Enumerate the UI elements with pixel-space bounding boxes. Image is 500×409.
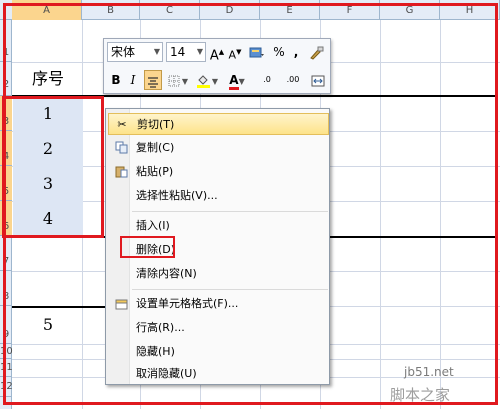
- menu-item-unhide[interactable]: 取消隐藏(U): [108, 363, 329, 385]
- fill-color-icon: [196, 74, 210, 88]
- percent-button[interactable]: %: [272, 42, 286, 62]
- align-center-icon: [148, 76, 158, 88]
- chevron-down-icon: ▼: [181, 77, 189, 86]
- scissors-icon: ✂: [117, 118, 127, 131]
- menu-item-label: 选择性粘贴(V)...: [136, 189, 218, 202]
- font-size-select[interactable]: 14 ▼: [166, 42, 206, 62]
- menu-item-insert[interactable]: 插入(I): [108, 215, 329, 237]
- menu-item-label: 行高(R)...: [136, 321, 185, 334]
- bold-button[interactable]: B: [108, 70, 124, 90]
- annotation-delete-highlight: [120, 236, 175, 258]
- font-color-icon: A: [229, 74, 239, 90]
- accounting-format-button[interactable]: [246, 42, 268, 62]
- menu-item-label: 隐藏(H): [136, 345, 175, 358]
- shrink-font-icon: A: [228, 48, 237, 62]
- chevron-down-icon: ▼: [211, 77, 219, 86]
- annotation-selected-rows: [2, 96, 104, 238]
- merge-center-button[interactable]: [308, 70, 328, 90]
- menu-item-paste[interactable]: 粘贴(P): [108, 161, 329, 183]
- menu-item-row-height[interactable]: 行高(R)...: [108, 317, 329, 339]
- chevron-down-icon: ▼: [153, 47, 160, 56]
- copy-icon: [114, 141, 128, 155]
- format-painter-icon: [310, 46, 324, 60]
- menu-item-paste-special[interactable]: 选择性粘贴(V)...: [108, 185, 329, 207]
- menu-item-label: 剪切(T): [137, 118, 175, 131]
- watermark-site: jb51.net: [404, 365, 454, 379]
- font-name-select[interactable]: 宋体 ▼: [107, 42, 163, 62]
- merge-cells-icon: [311, 75, 325, 86]
- grow-font-icon: A: [209, 48, 219, 64]
- chevron-down-icon: ▼: [238, 77, 245, 86]
- watermark-name: 脚本之家: [390, 386, 451, 404]
- menu-item-format-cells[interactable]: 设置单元格格式(F)...: [108, 293, 329, 315]
- shrink-font-button[interactable]: A▼: [227, 42, 243, 62]
- menu-separator: [132, 211, 328, 212]
- increase-decimal-button[interactable]: .0: [256, 70, 278, 90]
- font-name-value: 宋体: [111, 45, 136, 59]
- italic-button[interactable]: I: [126, 70, 140, 90]
- font-color-button[interactable]: A▼: [224, 70, 250, 90]
- menu-separator: [132, 289, 328, 290]
- format-painter-button[interactable]: [306, 42, 326, 62]
- chevron-down-icon: ▼: [196, 47, 203, 56]
- grow-font-button[interactable]: A▲: [209, 42, 225, 64]
- menu-item-copy[interactable]: 复制(C): [108, 137, 329, 159]
- menu-item-clear-contents[interactable]: 清除内容(N): [108, 263, 329, 285]
- accounting-icon: [249, 47, 264, 57]
- menu-item-label: 清除内容(N): [136, 267, 197, 280]
- menu-item-label: 取消隐藏(U): [136, 367, 197, 380]
- menu-item-cut[interactable]: ✂ 剪切(T): [108, 113, 329, 135]
- comma-style-button[interactable]: ,: [290, 42, 302, 62]
- center-align-button[interactable]: [144, 70, 162, 90]
- borders-button[interactable]: ▼: [166, 70, 190, 90]
- fill-color-button[interactable]: ▼: [194, 70, 220, 90]
- menu-item-label: 粘贴(P): [136, 165, 174, 178]
- menu-item-label: 插入(I): [136, 219, 170, 232]
- mini-toolbar: 宋体 ▼ 14 ▼ A▲ A▼ % , B I ▼ ▼ A▼ .0 .00: [103, 38, 331, 94]
- format-cells-icon: [114, 297, 128, 311]
- menu-item-hide[interactable]: 隐藏(H): [108, 341, 329, 363]
- paste-icon: [114, 165, 128, 179]
- menu-item-label: 复制(C): [136, 141, 175, 154]
- decrease-decimal-button[interactable]: .00: [282, 70, 304, 90]
- borders-icon: [168, 75, 180, 86]
- font-size-value: 14: [170, 45, 186, 59]
- menu-item-label: 设置单元格格式(F)...: [136, 297, 239, 310]
